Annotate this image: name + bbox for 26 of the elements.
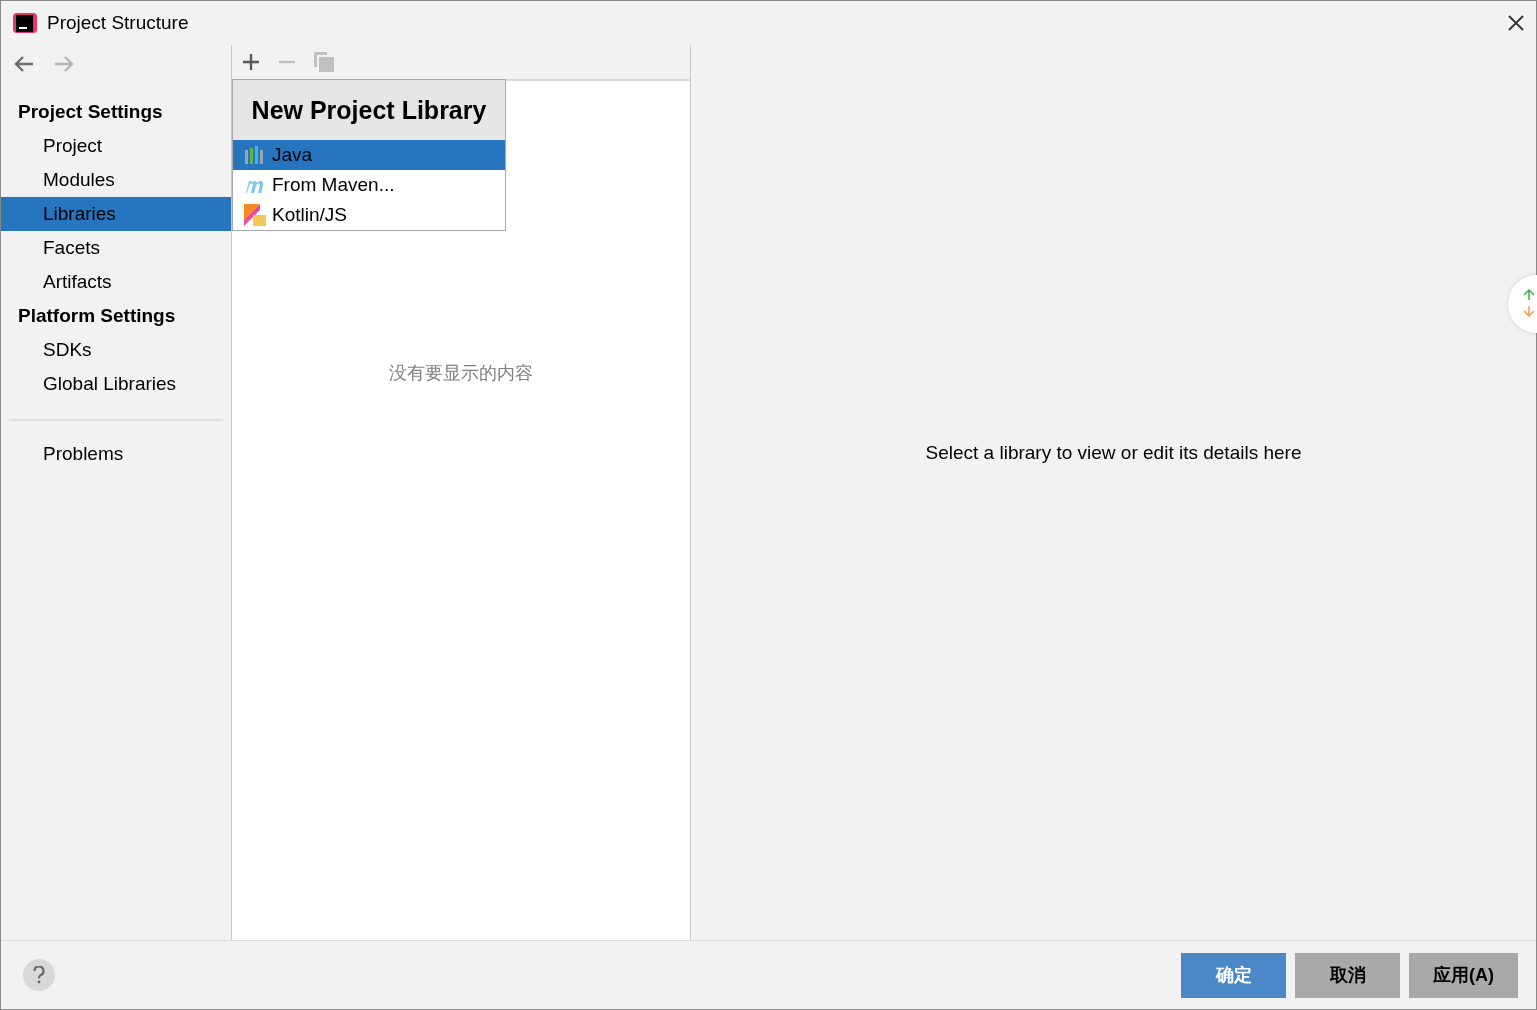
- dialog-button[interactable]: 应用(A): [1409, 952, 1518, 998]
- library-bars-icon: [244, 146, 266, 164]
- details-message: Select a library to view or edit its details here: [925, 441, 1302, 464]
- back-arrow-icon[interactable]: [13, 55, 35, 73]
- up-down-arrows-icon: [1523, 289, 1535, 317]
- dialog-button[interactable]: 取消: [1295, 952, 1400, 998]
- menu-item[interactable]: Java: [233, 140, 505, 170]
- sidebar-item[interactable]: Artifacts: [1, 265, 231, 299]
- popup-title: New Project Library: [251, 95, 487, 125]
- section-heading: Platform Settings: [17, 304, 177, 328]
- add-icon[interactable]: [242, 53, 260, 71]
- sidebar-item[interactable]: Project: [1, 129, 231, 163]
- dialog-button[interactable]: 确定: [1181, 952, 1286, 998]
- app-logo-icon: [13, 11, 37, 35]
- empty-list-message: 没有要显示的内容: [389, 362, 533, 383]
- sidebar-item[interactable]: Modules: [1, 163, 231, 197]
- kotlin-js-icon: [244, 204, 266, 226]
- close-icon[interactable]: [1508, 15, 1524, 31]
- window-title: Project Structure: [47, 12, 190, 34]
- sidebar-item[interactable]: SDKs: [1, 333, 231, 367]
- sidebar-item[interactable]: Global Libraries: [1, 367, 231, 401]
- sidebar-item[interactable]: Facets: [1, 231, 231, 265]
- sidebar-item[interactable]: Libraries: [1, 197, 231, 231]
- sidebar-item[interactable]: Problems: [1, 437, 231, 471]
- section-heading: Project Settings: [17, 100, 164, 124]
- help-icon[interactable]: [23, 959, 55, 991]
